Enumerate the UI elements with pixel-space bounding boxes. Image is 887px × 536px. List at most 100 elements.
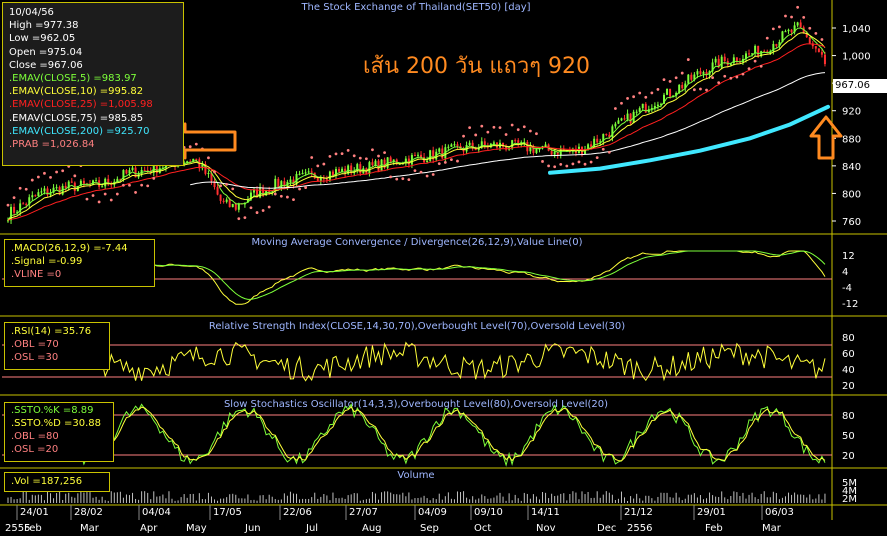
x-tick-month: Oct	[474, 523, 491, 534]
x-tick-month: 2556	[627, 523, 652, 534]
prab-dot	[219, 184, 222, 188]
info-line: Close =967.06	[9, 59, 83, 71]
prab-dot	[771, 27, 775, 31]
x-tick-month: Feb	[705, 523, 723, 534]
prab-dot	[152, 176, 156, 180]
prab-dot	[650, 91, 654, 95]
candle-body	[298, 173, 301, 175]
prab-dot	[522, 125, 526, 129]
prab-dot	[12, 196, 16, 200]
candle-body	[817, 48, 820, 53]
prab-dot	[535, 132, 538, 136]
prab-dot	[194, 142, 198, 146]
candle-body	[356, 164, 359, 171]
prab-dot	[510, 123, 514, 127]
prab-dot	[565, 164, 569, 168]
x-tick-month: Jul	[305, 523, 318, 534]
candle-body	[775, 44, 778, 46]
prab-dot	[346, 148, 350, 152]
price-y-tick: 1,040	[842, 24, 871, 35]
prab-dot	[498, 126, 502, 130]
prab-dot	[729, 76, 733, 80]
prab-dot	[644, 95, 648, 99]
prab-dot	[528, 129, 532, 133]
sto-legend-line: .OSL =20	[11, 444, 59, 455]
prab-dot	[620, 101, 623, 105]
candle-body	[784, 31, 787, 33]
info-line: Low =962.05	[9, 33, 76, 45]
macd-legend-line: .MACD(26,12,9) =-7.44	[11, 243, 128, 254]
prab-dot	[243, 216, 247, 220]
candle-body	[553, 151, 556, 155]
candle-body	[70, 181, 73, 183]
candle-body	[629, 113, 632, 124]
candle-body	[101, 186, 104, 188]
prab-dot	[316, 164, 320, 168]
x-tick-month: Mar	[80, 523, 100, 534]
info-line: High =977.38	[9, 20, 79, 32]
prab-dot	[377, 154, 380, 158]
prab-dot	[310, 156, 314, 159]
macd-legend-line: .Signal =-0.99	[11, 256, 83, 267]
prab-dot	[425, 174, 429, 178]
prab-dot	[462, 134, 465, 138]
x-tick-month: May	[186, 523, 207, 534]
prab-dot	[389, 175, 393, 179]
prab-dot	[516, 128, 520, 132]
prab-dot	[753, 59, 757, 63]
price-y-tick: 920	[842, 107, 861, 118]
candle-body	[222, 200, 225, 202]
candle-body	[219, 194, 222, 201]
prab-dot	[547, 164, 550, 168]
candle-body	[55, 187, 58, 189]
sto-panel-title: Slow Stochastics Oscillator(14,3,3),Over…	[224, 399, 608, 410]
x-tick-month: Apr	[140, 523, 158, 534]
prab-dot	[85, 197, 89, 201]
candle-body	[702, 72, 705, 74]
prab-dot	[358, 156, 362, 160]
prab-dot	[73, 174, 77, 178]
prab-dot	[128, 183, 131, 187]
candle-body	[301, 173, 304, 175]
prab-dot	[431, 173, 435, 176]
prab-dot	[115, 192, 119, 196]
prab-dot	[298, 187, 301, 191]
prab-dot	[237, 217, 241, 221]
candle-body	[22, 203, 25, 205]
prab-dot	[480, 124, 484, 128]
prab-dot	[723, 74, 727, 78]
last-price-label: 967.06	[833, 79, 887, 93]
prab-dot	[474, 133, 478, 137]
prab-dot	[504, 133, 508, 136]
x-tick-date: 29/01	[697, 507, 726, 518]
sto-legend-line: .OBL =80	[11, 431, 59, 442]
prab-dot	[146, 184, 150, 188]
prab-dot	[352, 154, 356, 158]
candle-body	[787, 29, 790, 32]
prab-dot	[134, 191, 137, 194]
x-tick-month: Sep	[420, 523, 439, 534]
prab-dot	[267, 205, 271, 209]
prab-dot	[36, 175, 40, 179]
x-tick-date: 06/03	[765, 507, 794, 518]
rsi-legend-line: .OBL =70	[11, 339, 59, 350]
macd-y-tick: 4	[842, 267, 848, 278]
candle-body	[325, 179, 328, 181]
prab-dot	[717, 81, 721, 85]
candle-body	[748, 53, 751, 55]
prab-dot	[601, 147, 605, 151]
prab-dot	[273, 192, 277, 196]
info-line: .EMAV(CLOSE,75) =985.85	[9, 112, 144, 124]
info-line: Open =975.04	[9, 46, 83, 58]
prab-dot	[103, 192, 107, 196]
prab-dot	[304, 186, 308, 189]
info-line: .EMAV(CLOSE,10) =995.82	[9, 86, 144, 98]
x-tick-date: 14/11	[531, 507, 560, 518]
prab-dot	[61, 169, 65, 173]
x-tick-date: 09/10	[474, 507, 503, 518]
prab-dot	[747, 67, 751, 71]
prab-dot	[213, 170, 216, 174]
vol-y-tick: 2M	[842, 494, 857, 505]
prab-dot	[437, 162, 441, 166]
prab-dot	[225, 182, 229, 186]
